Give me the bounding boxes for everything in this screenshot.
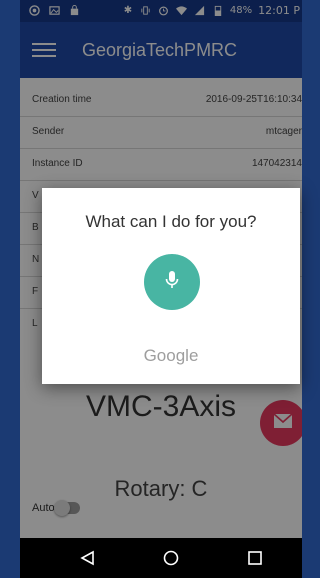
back-icon[interactable]	[76, 548, 98, 568]
home-icon[interactable]	[160, 548, 182, 568]
mic-button[interactable]	[144, 254, 200, 310]
navigation-bar	[20, 538, 302, 578]
microphone-icon	[165, 270, 179, 295]
google-brand: Google	[143, 346, 199, 365]
recents-icon[interactable]	[244, 548, 266, 568]
voice-assistant-dialog: What can I do for you? Google	[42, 188, 300, 384]
assistant-prompt: What can I do for you?	[85, 212, 257, 231]
